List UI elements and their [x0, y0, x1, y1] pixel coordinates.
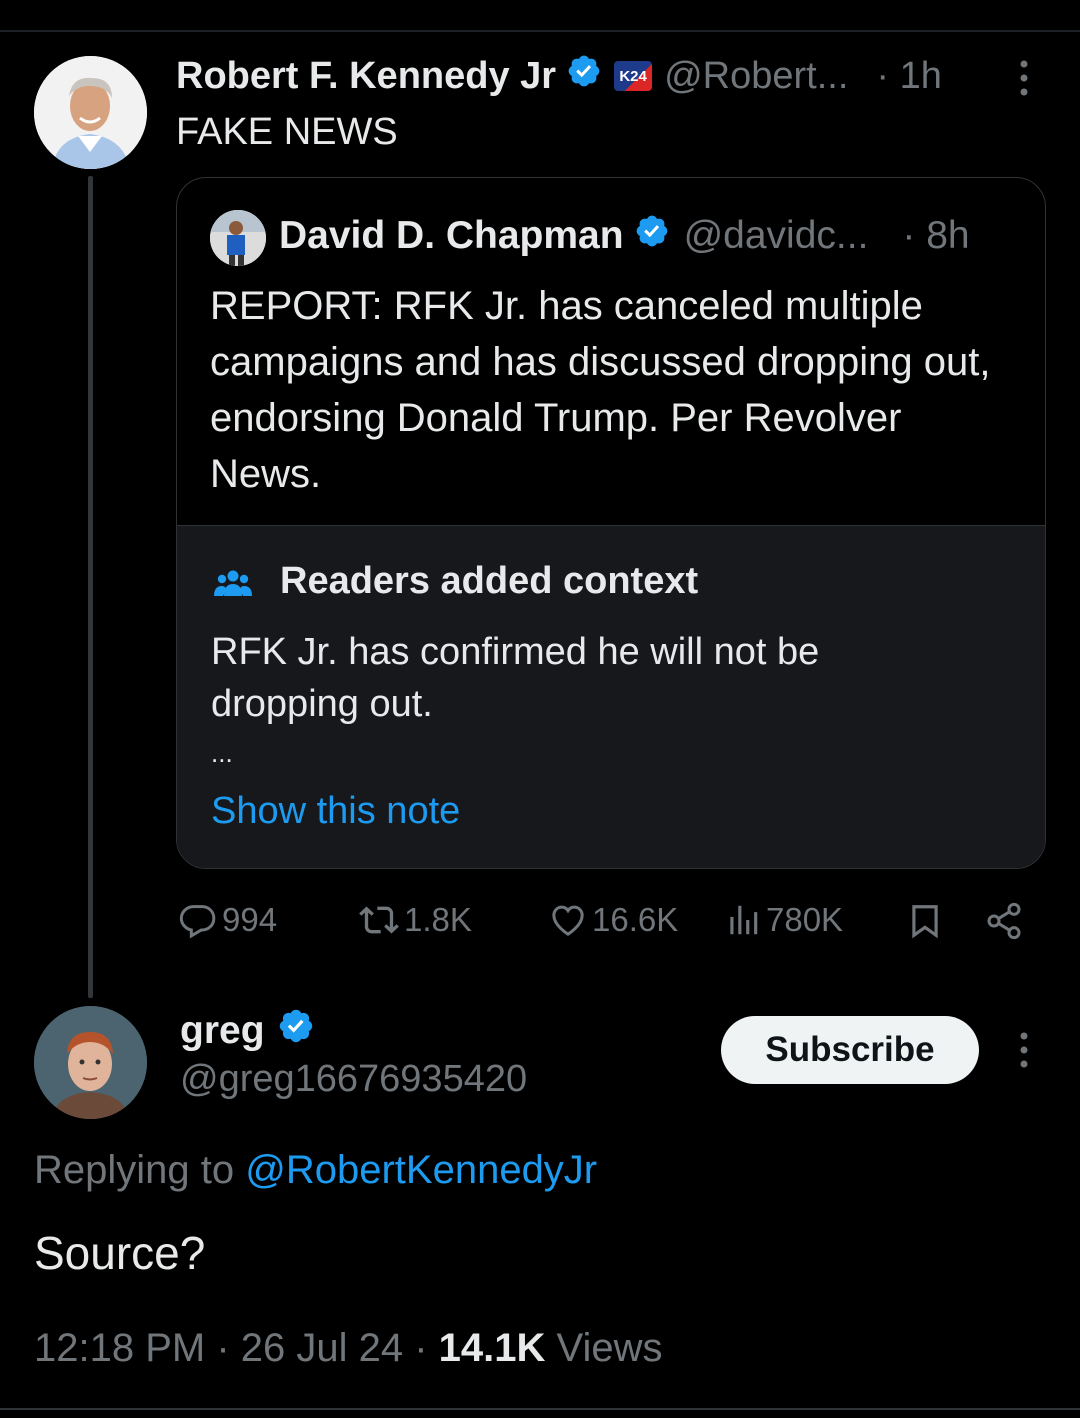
quoted-tweet-time[interactable]: · 8h — [902, 214, 969, 258]
share-icon[interactable] — [984, 900, 1024, 942]
verified-badge-icon — [566, 53, 602, 99]
replying-to-prefix: Replying to — [34, 1148, 246, 1192]
reply-meta-line: 12:18 PM · 26 Jul 24 · 14.1K Views — [34, 1326, 663, 1371]
greg-avatar[interactable] — [34, 1006, 147, 1119]
like-action[interactable]: 16.6K — [546, 900, 678, 940]
quoted-tweet-text: REPORT: RFK Jr. has canceled multiple ca… — [210, 284, 991, 496]
bottom-divider — [0, 1408, 1080, 1410]
tweet-action-bar: 994 1.8K 16.6K 780K — [176, 896, 1036, 946]
views-bar-chart-icon — [724, 900, 762, 940]
community-note: Readers added context RFK Jr. has confir… — [177, 525, 1045, 868]
main-tweet-text: FAKE NEWS — [176, 111, 398, 153]
replying-to-line: Replying to @RobertKennedyJr — [34, 1148, 597, 1193]
main-tweet-time[interactable]: · 1h — [876, 55, 941, 98]
bookmark-icon[interactable] — [906, 900, 944, 942]
views-count: 780K — [766, 901, 844, 938]
campaign-badge-icon: K24 — [614, 61, 653, 91]
readers-group-icon — [213, 566, 253, 602]
reply-action[interactable]: 994 — [176, 900, 277, 940]
reply-verified-badge-icon — [277, 1007, 315, 1055]
repost-action[interactable]: 1.8K — [356, 900, 472, 940]
reply-views-count: 14.1K — [438, 1326, 546, 1370]
main-more-options-icon[interactable] — [1012, 58, 1036, 98]
community-note-title: Readers added context — [280, 560, 699, 602]
quoted-verified-badge-icon — [634, 213, 670, 259]
chapman-avatar — [210, 210, 266, 266]
main-author-name[interactable]: Robert F. Kennedy Jr — [176, 55, 556, 98]
quoted-author-handle[interactable]: @davidc... — [684, 214, 869, 258]
top-divider — [0, 30, 1080, 32]
reply-timestamp[interactable]: 12:18 PM · 26 Jul 24 · — [34, 1326, 439, 1370]
reply-count: 994 — [222, 901, 278, 938]
community-note-ellipsis: ... — [211, 738, 233, 768]
like-heart-icon — [546, 900, 590, 940]
repost-icon — [356, 900, 402, 940]
main-author-handle[interactable]: @Robert... — [664, 55, 848, 98]
quoted-tweet-card[interactable]: David D. Chapman @davidc... · 8h REPORT:… — [176, 177, 1046, 869]
reply-more-options-icon[interactable] — [1012, 1030, 1036, 1070]
reply-author-name[interactable]: greg — [180, 1009, 265, 1053]
community-note-text: RFK Jr. has confirmed he will not be dro… — [211, 631, 820, 725]
like-count: 16.6K — [592, 901, 679, 938]
views-action[interactable]: 780K — [724, 900, 843, 940]
repost-count: 1.8K — [404, 901, 472, 938]
rfk-avatar[interactable] — [34, 56, 147, 169]
quoted-author-name[interactable]: David D. Chapman — [279, 214, 624, 258]
reply-text: Source? — [34, 1227, 206, 1279]
reply-icon — [176, 900, 220, 940]
subscribe-button[interactable]: Subscribe — [721, 1016, 979, 1084]
thread-connector-line — [88, 176, 93, 998]
reply-author-handle[interactable]: @greg16676935420 — [180, 1058, 527, 1101]
reply-views-label: Views — [545, 1326, 663, 1370]
replying-to-handle-link[interactable]: @RobertKennedyJr — [245, 1148, 597, 1192]
show-this-note-link[interactable]: Show this note — [211, 790, 460, 833]
